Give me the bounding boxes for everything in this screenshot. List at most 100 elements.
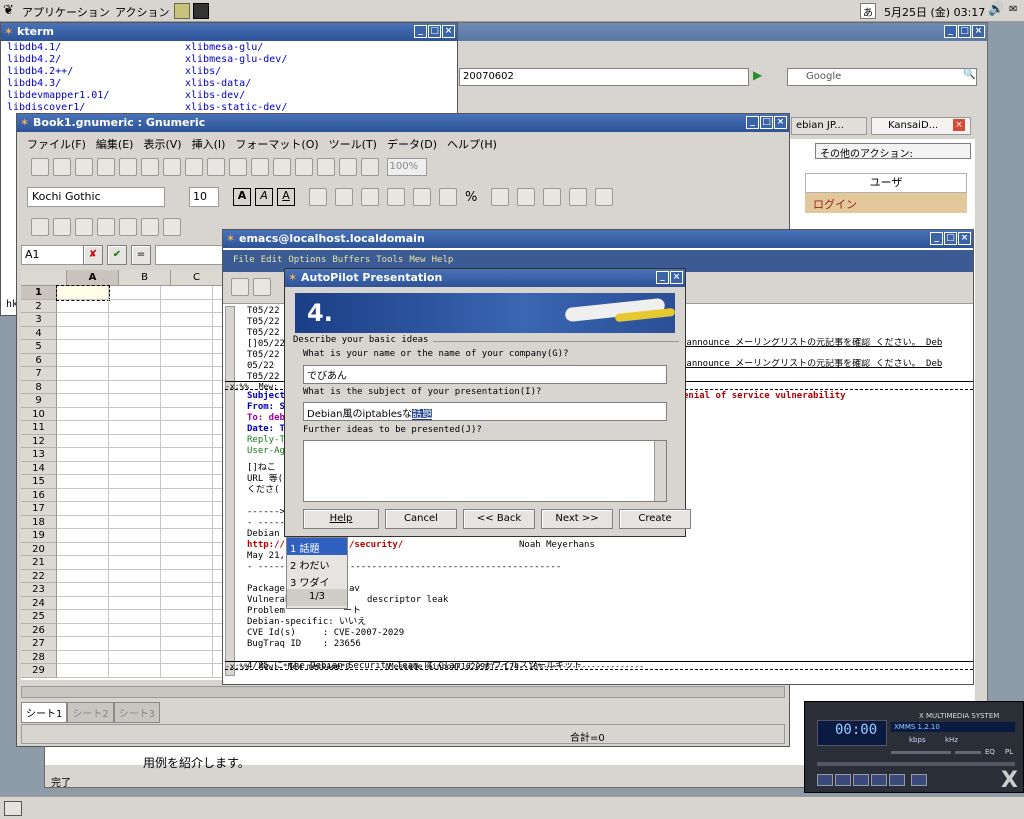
cell[interactable] (57, 353, 109, 367)
cell[interactable] (57, 515, 109, 529)
search-box[interactable]: Google (787, 68, 977, 86)
row-header[interactable]: 23 (21, 583, 57, 597)
row-header[interactable]: 17 (21, 502, 57, 516)
subject-field[interactable]: Debian風のiptablesな話題 (303, 402, 667, 421)
cell[interactable] (161, 650, 213, 664)
cell[interactable] (57, 610, 109, 624)
cell[interactable] (109, 448, 161, 462)
cell[interactable] (161, 353, 213, 367)
function-icon[interactable] (295, 158, 313, 176)
underline-button[interactable]: A (277, 188, 295, 206)
sheet-tab-1[interactable]: シート1 (21, 702, 68, 723)
cell[interactable] (109, 623, 161, 637)
help-button[interactable]: Help (303, 509, 379, 529)
cell[interactable] (161, 340, 213, 354)
cell[interactable] (161, 596, 213, 610)
menu-help[interactable]: ヘルプ(H) (447, 138, 497, 151)
split-icon[interactable] (413, 188, 431, 206)
cell[interactable] (109, 353, 161, 367)
row-header[interactable]: 18 (21, 515, 57, 529)
copy-icon[interactable] (163, 158, 181, 176)
close-icon[interactable]: × (972, 25, 985, 38)
scrollbar-icon[interactable] (97, 218, 115, 236)
formula-cancel-button[interactable]: ✘ (83, 245, 103, 265)
actions-menu[interactable]: アクション (115, 4, 169, 20)
currency-icon[interactable] (439, 188, 457, 206)
applications-menu[interactable]: アプリケーション (22, 4, 110, 20)
sheet-tab-2[interactable]: シート2 (67, 702, 114, 723)
row-header[interactable]: 6 (21, 353, 57, 367)
cell[interactable] (109, 326, 161, 340)
cell[interactable] (161, 299, 213, 313)
next-button[interactable]: Next >> (541, 509, 613, 529)
cell[interactable] (109, 610, 161, 624)
formula-accept-button[interactable]: ✔ (107, 245, 127, 265)
mail-icon[interactable]: ✉ (1009, 4, 1017, 15)
sort-asc-icon[interactable] (317, 158, 335, 176)
sort-desc-icon[interactable] (339, 158, 357, 176)
cancel-button[interactable]: Cancel (385, 509, 457, 529)
row-header[interactable]: 8 (21, 380, 57, 394)
row-header[interactable]: 9 (21, 394, 57, 408)
cell[interactable] (109, 596, 161, 610)
gnome-foot-icon[interactable]: ❦ (3, 3, 14, 18)
cell[interactable] (161, 367, 213, 381)
play-icon[interactable] (835, 774, 851, 786)
maximize-icon[interactable]: □ (760, 116, 773, 129)
cell[interactable] (57, 434, 109, 448)
cell[interactable] (109, 664, 161, 678)
chart-icon[interactable] (361, 158, 379, 176)
cell[interactable] (57, 583, 109, 597)
cell[interactable] (161, 326, 213, 340)
cell[interactable] (57, 623, 109, 637)
menu-file[interactable]: File (233, 255, 255, 265)
cell[interactable] (57, 340, 109, 354)
volume-icon[interactable]: 🔊 (988, 2, 1004, 17)
url-bar-fragment[interactable]: 20070602 (459, 68, 749, 86)
cell[interactable] (57, 488, 109, 502)
row-header[interactable]: 29 (21, 664, 57, 678)
maximize-icon[interactable]: □ (944, 232, 957, 245)
cell[interactable] (56, 285, 110, 301)
cell[interactable] (161, 542, 213, 556)
undo-icon[interactable] (207, 158, 225, 176)
tab-close-icon[interactable]: × (953, 119, 965, 131)
row-header[interactable]: 19 (21, 529, 57, 543)
new-icon[interactable] (31, 158, 49, 176)
minimize-icon[interactable]: _ (944, 25, 957, 38)
ideas-textarea[interactable] (303, 440, 667, 502)
corner-cell[interactable] (21, 270, 67, 285)
cell[interactable] (161, 286, 213, 300)
row-header[interactable]: 12 (21, 434, 57, 448)
row-header[interactable]: 5 (21, 340, 57, 354)
cell[interactable] (161, 434, 213, 448)
row-header[interactable]: 13 (21, 448, 57, 462)
cell[interactable] (109, 556, 161, 570)
cell[interactable] (109, 502, 161, 516)
search-icon[interactable]: 🔍 (963, 69, 975, 80)
maximize-icon[interactable]: □ (958, 25, 971, 38)
company-name-field[interactable] (303, 365, 667, 384)
cell[interactable] (109, 299, 161, 313)
save-icon[interactable] (75, 158, 93, 176)
zoom-combo[interactable]: 100% (386, 158, 427, 176)
cell[interactable] (109, 434, 161, 448)
close-icon[interactable]: × (442, 25, 455, 38)
cell[interactable] (161, 610, 213, 624)
cell[interactable] (109, 515, 161, 529)
column-header[interactable]: B (119, 270, 171, 285)
cell[interactable] (109, 569, 161, 583)
print-icon[interactable] (97, 158, 115, 176)
menu-mew[interactable]: Mew (409, 255, 425, 265)
cell[interactable] (161, 394, 213, 408)
spin-icon[interactable] (141, 218, 159, 236)
cell[interactable] (57, 475, 109, 489)
cell[interactable] (161, 407, 213, 421)
menu-tools[interactable]: Tools (376, 255, 403, 265)
other-actions-select[interactable]: その他のアクション: (815, 143, 971, 160)
row-header[interactable]: 20 (21, 542, 57, 556)
frame-icon[interactable] (53, 218, 71, 236)
eq-toggle[interactable]: EQ (985, 748, 995, 756)
cell[interactable] (109, 407, 161, 421)
menu-file[interactable]: ファイル(F) (27, 138, 86, 151)
